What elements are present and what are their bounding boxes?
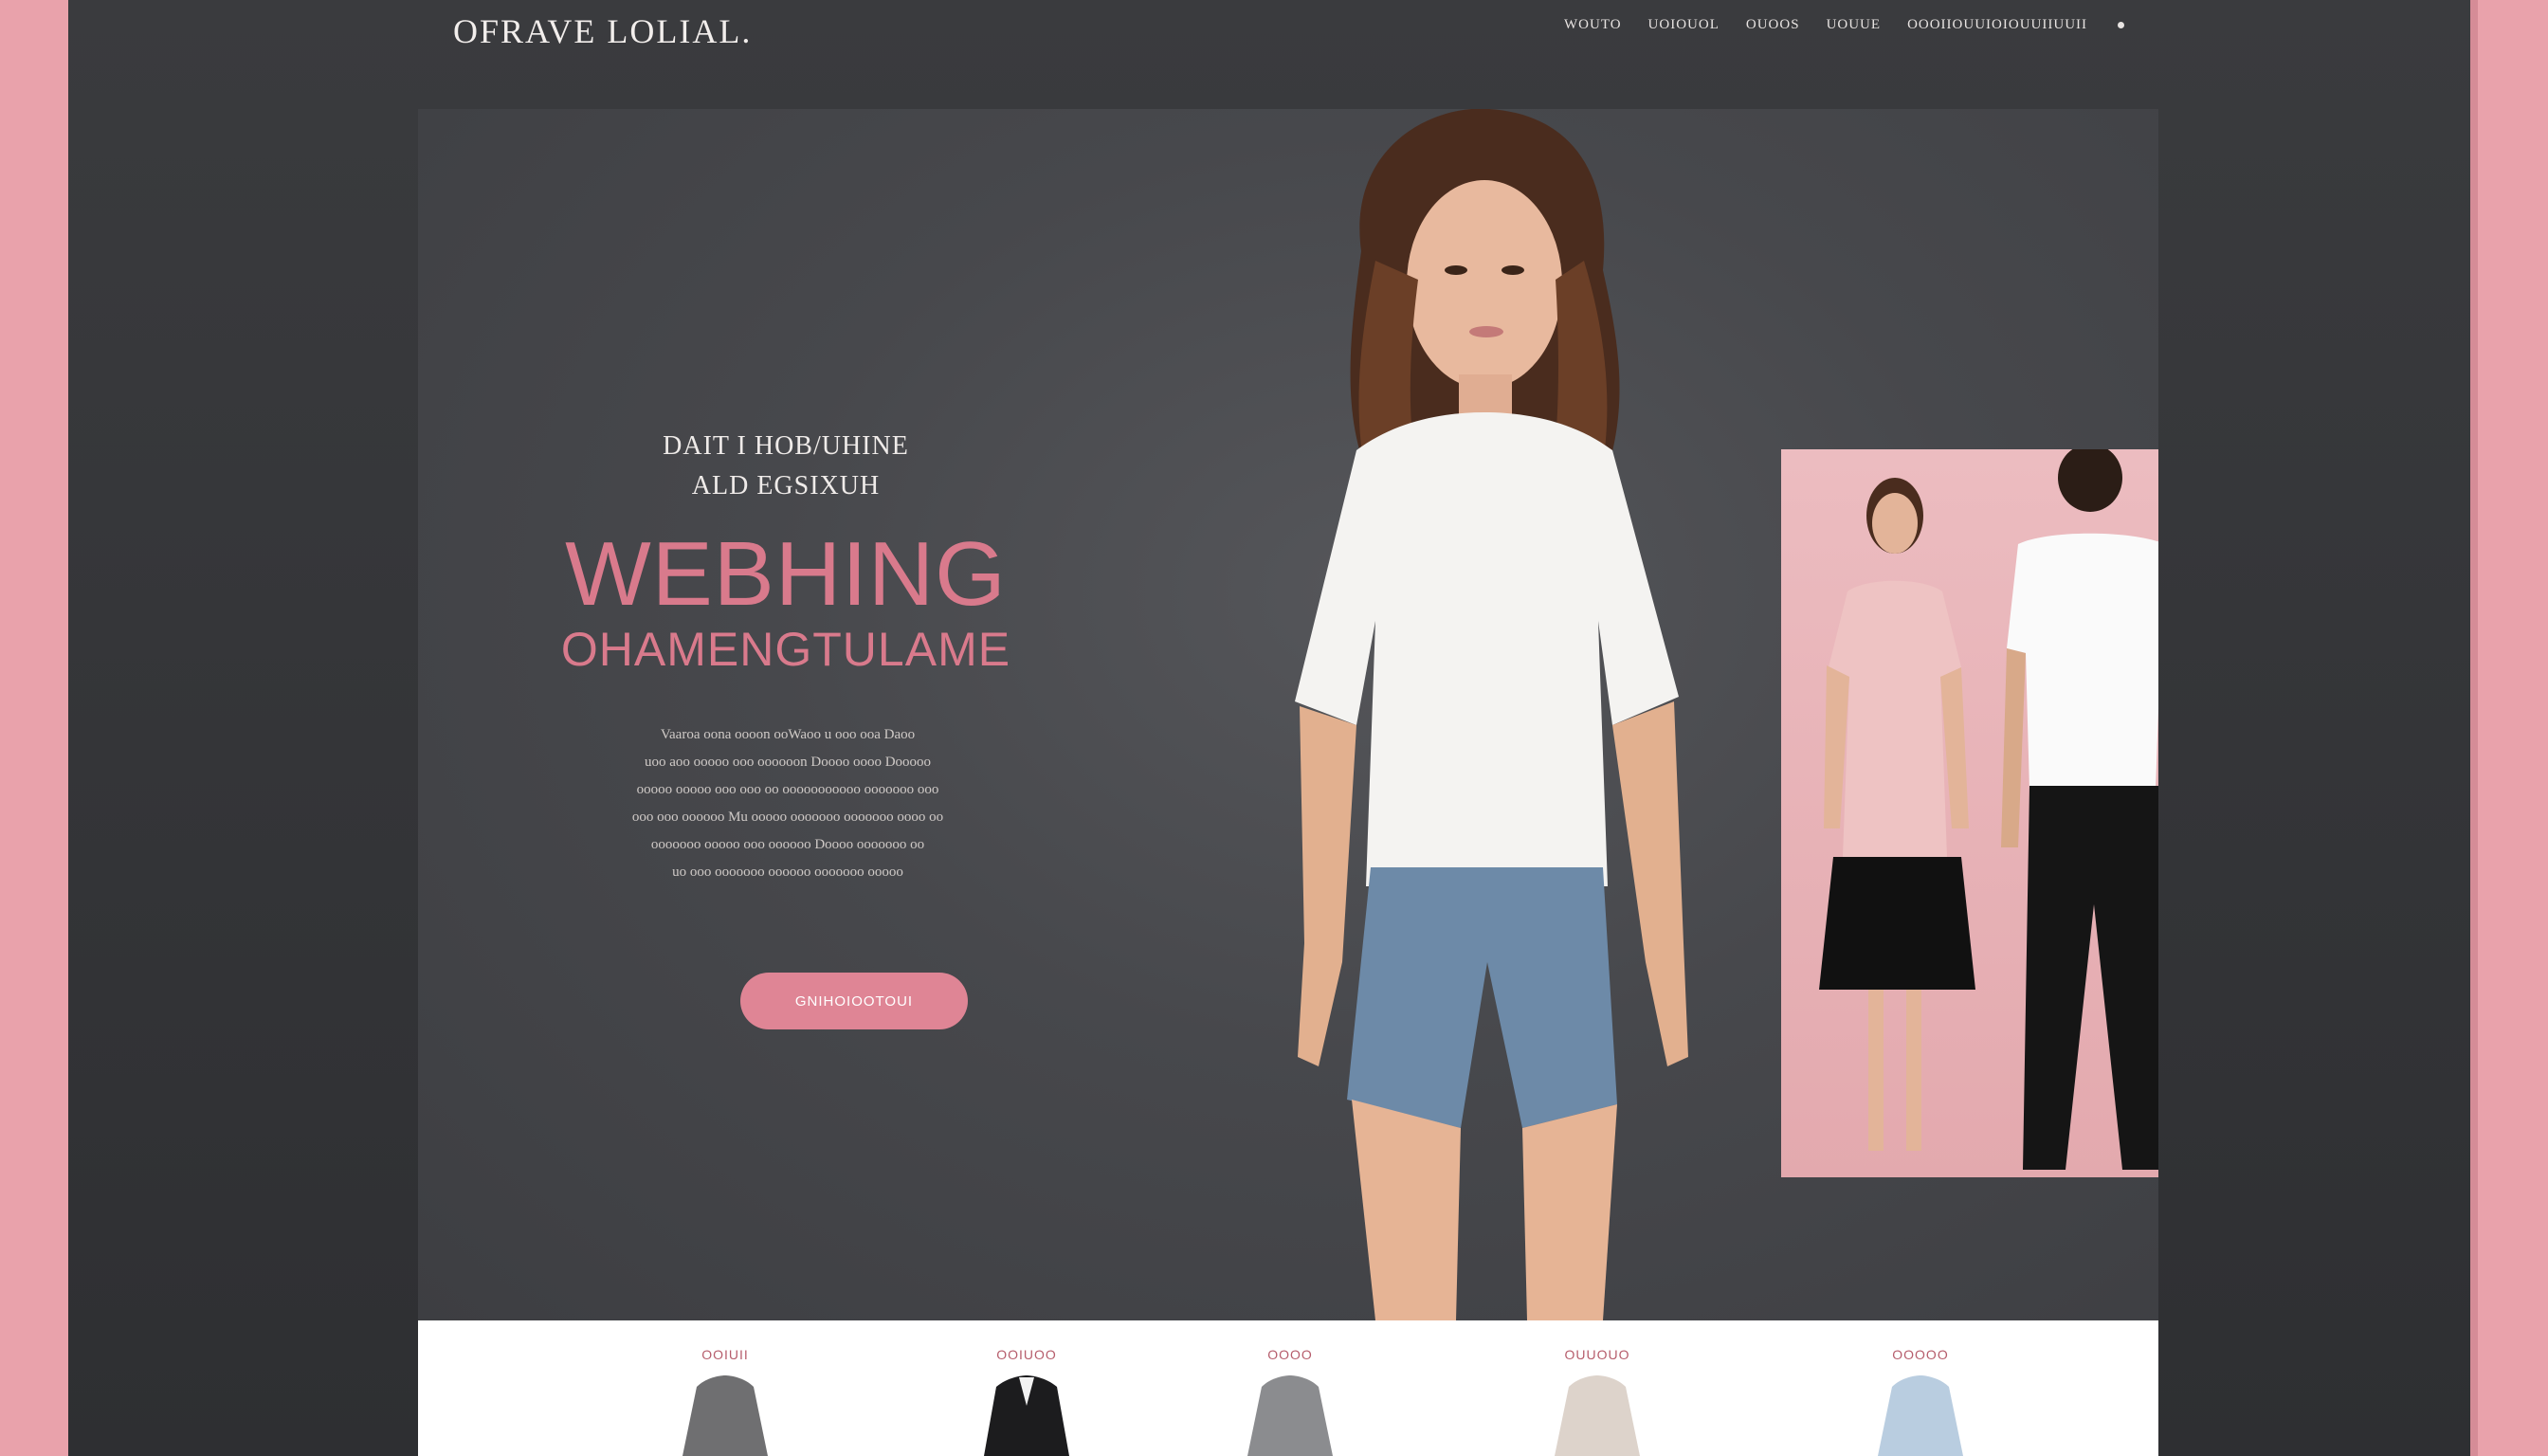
product-label: OOOO	[1267, 1347, 1313, 1362]
product-card[interactable]: OOIUII	[630, 1320, 820, 1456]
site-logo[interactable]: OFRAVE LOLIAL.	[453, 11, 752, 51]
top-navigation-bar: OFRAVE LOLIAL. WOUTO UOIOUOL OUOOS UOUUE…	[68, 0, 2478, 57]
hero-body-line: Vaaroa oona oooon ooWaoo u ooo ooa Daoo	[660, 727, 916, 742]
model-photo	[1295, 109, 1688, 1320]
nav-item-1[interactable]: WOUTO	[1564, 17, 1622, 33]
hero-eyebrow-line-2: ALD EGSIXUH	[691, 471, 881, 500]
page-frame: OFRAVE LOLIAL. WOUTO UOIOUOL OUOOS UOUUE…	[68, 0, 2478, 1456]
product-trench-image	[1555, 1375, 1640, 1456]
hero-headline-line-2: OHAMENGTULAME	[560, 623, 1011, 676]
hero-body-line: ooooo ooooo ooo ooo oo ooooooooooo ooooo…	[636, 782, 939, 797]
product-label: OOIUII	[701, 1347, 749, 1362]
product-shirt-image	[1247, 1375, 1333, 1456]
product-label: OOIUOO	[996, 1347, 1057, 1362]
hero-eyebrow: DAIT I HOB/UHINE ALD EGSIXUH	[418, 427, 1154, 506]
nav-item-2[interactable]: UOIOUOL	[1648, 17, 1720, 33]
nav-menu-dot-icon[interactable]	[2118, 22, 2125, 28]
hero-body-line: uo ooo ooooooo oooooo ooooooo ooooo	[672, 864, 903, 880]
couple-photo	[1781, 449, 2158, 1177]
product-card[interactable]: OOIUOO	[932, 1320, 1121, 1456]
nav-item-5[interactable]: OOOIIOUUIOIOUUIIUUII	[1907, 17, 2087, 33]
hero-body-line: ooooooo ooooo ooo oooooo Doooo ooooooo o…	[650, 837, 925, 852]
product-jacket-image	[682, 1375, 768, 1456]
nav-item-3[interactable]: OUOOS	[1746, 17, 1800, 33]
hero-body-text: Vaaroa oona oooon ooWaoo u ooo ooa Daoo …	[589, 721, 987, 886]
product-label: OOOOO	[1892, 1347, 1949, 1362]
couple-illustration	[1819, 449, 2158, 1170]
frame-edge	[2470, 0, 2478, 1456]
hero-section: DAIT I HOB/UHINE ALD EGSIXUH WEBHING OHA…	[418, 109, 2158, 1320]
product-card[interactable]: OUUOUO	[1502, 1320, 1692, 1456]
hero-body-line: ooo ooo oooooo Mu ooooo ooooooo ooooooo …	[631, 810, 944, 825]
main-nav: WOUTO UOIOUOL OUOOS UOUUE OOOIIOUUIOIOUU…	[1564, 17, 2125, 33]
hero-headline-line-1: WEBHING	[565, 523, 1007, 625]
nav-item-4[interactable]: UOUUE	[1827, 17, 1882, 33]
product-card[interactable]: OOOO	[1195, 1320, 1385, 1456]
product-card[interactable]: OOOOO	[1826, 1320, 2015, 1456]
hero-cta-button[interactable]: GNIHOIOOTOUI	[740, 973, 968, 1029]
hero-body-line: uoo aoo ooooo ooo oooooon Doooo oooo Doo…	[644, 755, 932, 770]
hero-headline: WEBHING OHAMENGTULAME	[418, 523, 1154, 676]
product-label: OUUOUO	[1564, 1347, 1630, 1362]
product-strip: OOIUII OOIUOO OOOO OUUOUO OOOOO	[418, 1320, 2158, 1456]
product-denim-shirt-image	[1878, 1375, 1963, 1456]
product-blazer-image	[984, 1375, 1069, 1456]
hero-eyebrow-line-1: DAIT I HOB/UHINE	[663, 431, 909, 461]
